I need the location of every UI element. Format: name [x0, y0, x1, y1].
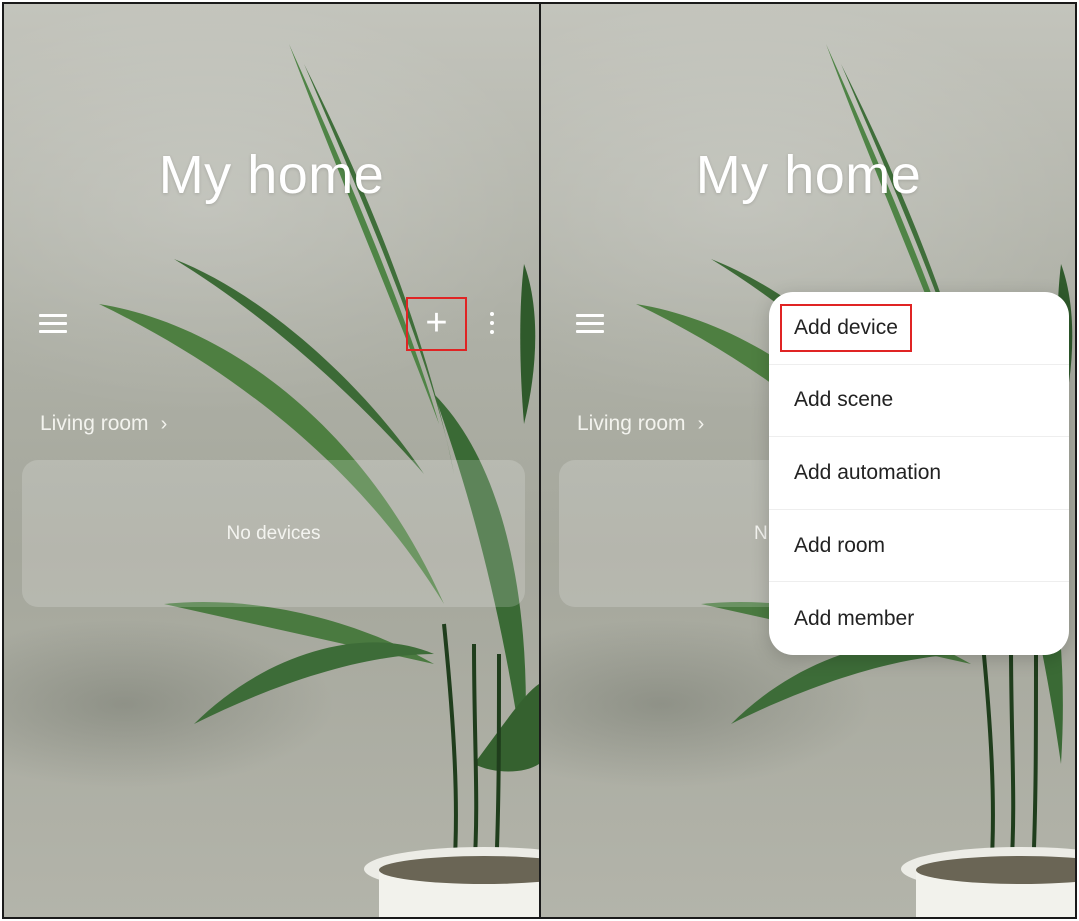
plus-icon: +: [425, 301, 448, 344]
chevron-right-icon: ›: [160, 412, 168, 435]
menu-item-label: Add device: [780, 303, 912, 352]
room-label: Living room: [577, 412, 686, 435]
room-link-living-room[interactable]: Living room ›: [577, 412, 704, 436]
left-phone-screen: My home + Living room › No devices: [4, 4, 539, 917]
screenshot-frame: My home + Living room › No devices My ho…: [2, 2, 1077, 919]
menu-item-label: Add automation: [794, 460, 942, 484]
menu-icon[interactable]: [39, 314, 67, 336]
menu-item-label: Add room: [794, 533, 886, 557]
chevron-right-icon: ›: [697, 412, 705, 435]
menu-item-label: Add member: [794, 606, 915, 630]
menu-item-add-automation[interactable]: Add automation: [769, 437, 1069, 510]
page-title: My home: [695, 145, 922, 205]
menu-icon[interactable]: [576, 314, 604, 336]
page-title: My home: [158, 145, 385, 205]
menu-item-add-scene[interactable]: Add scene: [769, 365, 1069, 438]
add-button[interactable]: +: [406, 297, 467, 351]
room-link-living-room[interactable]: Living room ›: [40, 412, 167, 436]
add-dropdown-menu: Add device Add scene Add automation Add …: [769, 292, 1069, 655]
menu-item-label: Add scene: [794, 388, 894, 412]
more-vert-icon[interactable]: [488, 312, 496, 338]
empty-state-text-partial: N: [754, 522, 768, 544]
room-label: Living room: [40, 412, 149, 435]
empty-state-text: No devices: [226, 522, 321, 544]
menu-item-add-device[interactable]: Add device: [769, 292, 1069, 365]
menu-item-add-room[interactable]: Add room: [769, 510, 1069, 583]
menu-item-add-member[interactable]: Add member: [769, 582, 1069, 655]
devices-card: No devices: [22, 460, 525, 607]
